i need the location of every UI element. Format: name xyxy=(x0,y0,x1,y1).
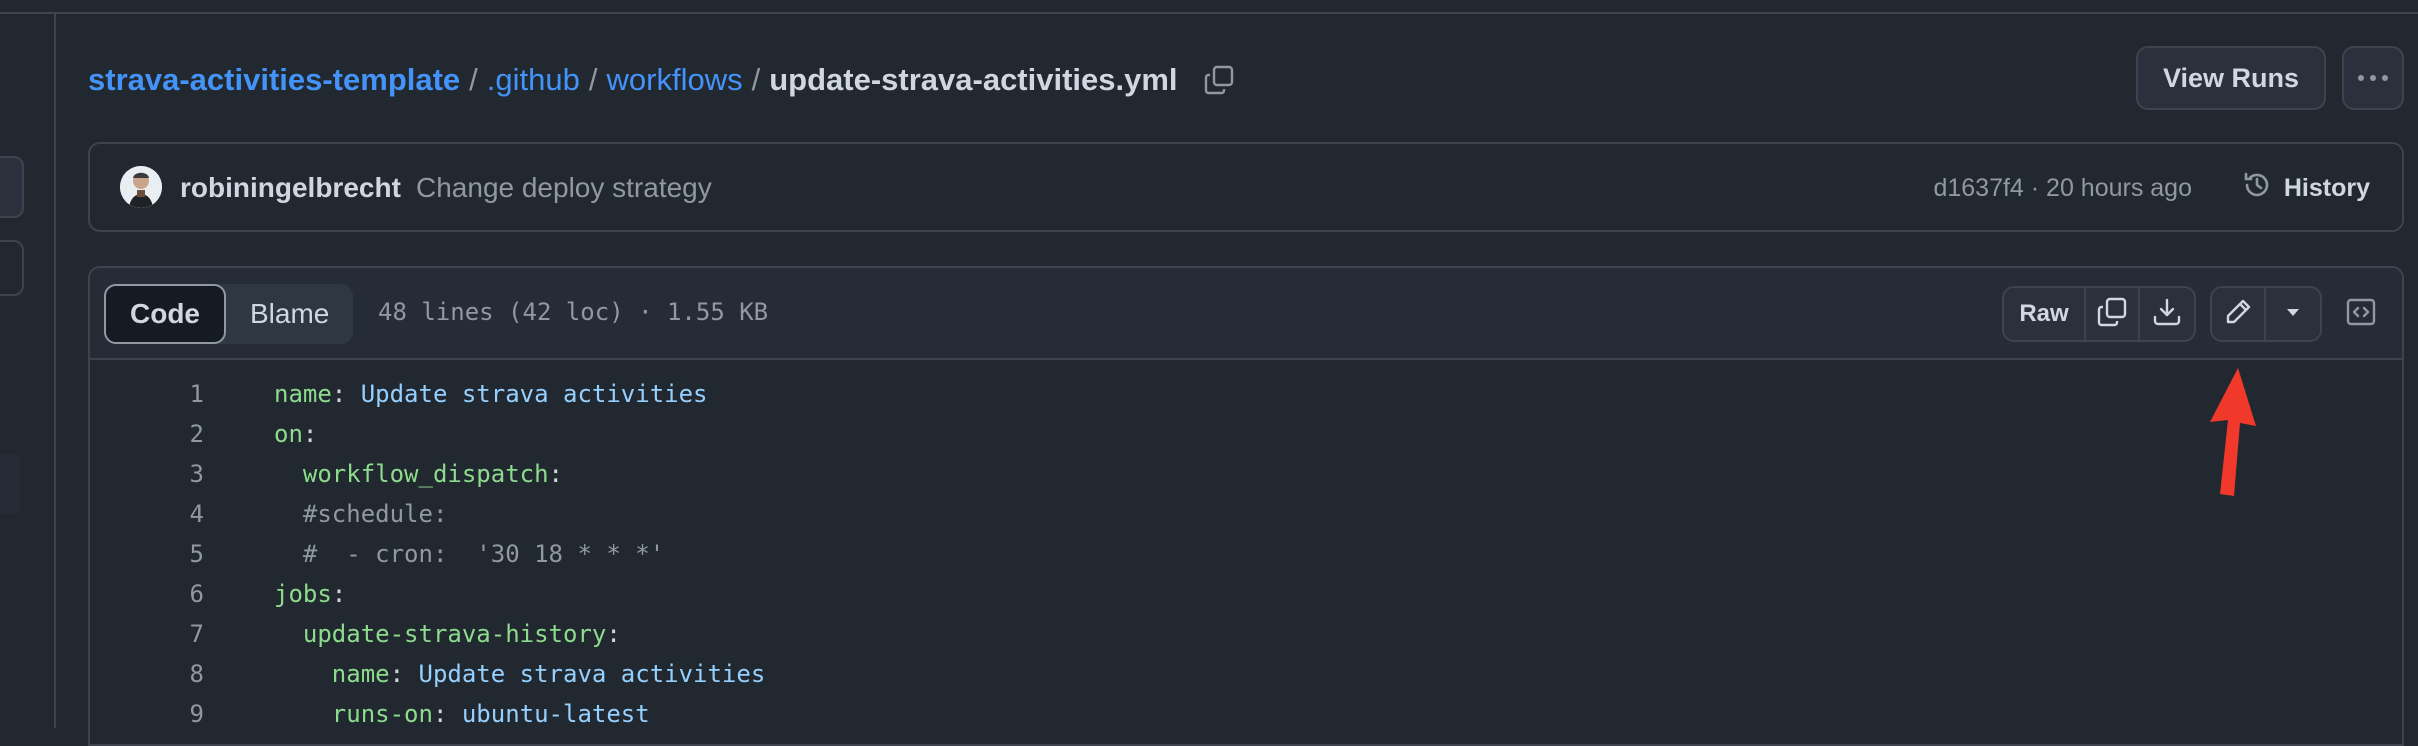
yaml-value: Update strava activities xyxy=(418,660,766,688)
raw-copy-download-group: Raw xyxy=(2002,286,2196,342)
breadcrumb-current-file: update-strava-activities.yml xyxy=(769,62,1178,97)
yaml-comment: #schedule: xyxy=(302,500,448,528)
yaml-value: Update strava activities xyxy=(360,380,708,408)
breadcrumb: strava-activities-template / .github / w… xyxy=(88,56,1234,104)
tab-blame[interactable]: Blame xyxy=(226,284,353,344)
line-number[interactable]: 8 xyxy=(90,660,204,688)
code-text: jobs: xyxy=(274,580,346,608)
breadcrumb-repo-link[interactable]: strava-activities-template xyxy=(88,62,460,98)
symbols-panel-button[interactable] xyxy=(2334,286,2388,342)
code-text: #schedule: xyxy=(274,500,448,528)
download-icon xyxy=(2152,297,2182,332)
kebab-icon xyxy=(2358,75,2388,81)
line-number[interactable]: 2 xyxy=(90,420,204,448)
yaml-punctuation: : xyxy=(302,420,318,448)
code-line[interactable]: 8 name: Update strava activities xyxy=(90,654,2402,694)
code-line[interactable]: 1 name: Update strava activities xyxy=(90,374,2402,414)
history-button[interactable]: History xyxy=(2228,160,2384,216)
line-number[interactable]: 4 xyxy=(90,500,204,528)
triangle-down-icon xyxy=(2284,305,2302,323)
commit-author-link[interactable]: robiningelbrecht xyxy=(180,172,401,204)
yaml-punctuation: : xyxy=(548,460,563,488)
code-square-icon xyxy=(2345,296,2377,333)
line-number[interactable]: 7 xyxy=(90,620,204,648)
code-line[interactable]: 5 # - cron: '30 18 * * *' xyxy=(90,534,2402,574)
view-runs-button[interactable]: View Runs xyxy=(2136,46,2326,110)
code-line[interactable]: 6 jobs: xyxy=(90,574,2402,614)
yaml-key: runs-on xyxy=(331,700,433,728)
more-options-button[interactable] xyxy=(2342,46,2404,110)
code-text: name: Update strava activities xyxy=(274,380,707,408)
yaml-key: on xyxy=(274,420,303,448)
edit-file-button[interactable] xyxy=(2212,288,2266,340)
breadcrumb-workflows-link[interactable]: workflows xyxy=(607,62,743,98)
code-text: on: xyxy=(274,420,317,448)
view-mode-toggle: Code Blame xyxy=(104,284,354,344)
breadcrumb-github-link[interactable]: .github xyxy=(487,62,580,98)
code-line[interactable]: 4 #schedule: xyxy=(90,494,2402,534)
code-text: update-strava-history: xyxy=(274,620,621,648)
code-line[interactable]: 2 on: xyxy=(90,414,2402,454)
yaml-key: workflow_dispatch xyxy=(302,460,549,488)
yaml-value: ubuntu-latest xyxy=(461,700,650,728)
line-number[interactable]: 1 xyxy=(90,380,204,408)
copy-icon xyxy=(2097,297,2127,332)
code-text: workflow_dispatch: xyxy=(274,460,563,488)
line-number[interactable]: 6 xyxy=(90,580,204,608)
yaml-punctuation: : xyxy=(389,660,419,688)
sidebar-collapse-control[interactable] xyxy=(0,156,24,218)
breadcrumb-separator: / xyxy=(469,62,478,97)
tab-code[interactable]: Code xyxy=(104,284,226,344)
breadcrumb-separator: / xyxy=(588,62,598,97)
yaml-punctuation: : xyxy=(606,620,621,648)
yaml-comment: # - cron: '30 18 * * *' xyxy=(302,540,665,568)
copy-path-icon[interactable] xyxy=(1204,65,1234,95)
commit-message-link[interactable]: Change deploy strategy xyxy=(416,172,712,204)
yaml-punctuation: : xyxy=(432,700,462,728)
yaml-key: update-strava-history xyxy=(302,620,607,648)
breadcrumb-separator: / xyxy=(751,62,761,97)
raw-button[interactable]: Raw xyxy=(2004,288,2086,340)
code-text: runs-on: ubuntu-latest xyxy=(274,700,650,728)
file-viewer: Code Blame 48 lines (42 loc) · 1.55 KB R… xyxy=(88,266,2404,746)
download-raw-button[interactable] xyxy=(2140,288,2194,340)
code-content[interactable]: 1 name: Update strava activities 2 on: 3 wor… xyxy=(90,360,2402,744)
yaml-punctuation: : xyxy=(331,380,361,408)
latest-commit-bar: robiningelbrecht Change deploy strategy … xyxy=(88,142,2404,232)
code-line[interactable]: 3 workflow_dispatch: xyxy=(90,454,2402,494)
commit-meta[interactable]: d1637f4 · 20 hours ago xyxy=(1933,174,2192,203)
sidebar-selected-item[interactable] xyxy=(0,454,20,514)
avatar[interactable] xyxy=(120,166,162,208)
line-number[interactable]: 9 xyxy=(90,700,204,728)
file-tree-sidebar-edge xyxy=(0,14,56,728)
history-label: History xyxy=(2283,173,2370,202)
copy-raw-button[interactable] xyxy=(2086,288,2140,340)
file-stats: 48 lines (42 loc) · 1.55 KB xyxy=(378,298,769,326)
sidebar-search-control[interactable] xyxy=(0,240,24,296)
top-divider xyxy=(0,0,2418,14)
history-icon xyxy=(2242,170,2272,207)
code-text: # - cron: '30 18 * * *' xyxy=(274,540,664,568)
line-number[interactable]: 5 xyxy=(90,540,204,568)
edit-group xyxy=(2210,286,2322,342)
code-text: name: Update strava activities xyxy=(274,660,765,688)
yaml-key: jobs xyxy=(274,580,332,608)
edit-options-dropdown[interactable] xyxy=(2266,288,2320,340)
code-line[interactable]: 9 runs-on: ubuntu-latest xyxy=(90,694,2402,734)
yaml-punctuation: : xyxy=(331,580,347,608)
annotation-arrow-icon xyxy=(2210,368,2256,496)
yaml-key: name xyxy=(331,660,390,688)
file-header: Code Blame 48 lines (42 loc) · 1.55 KB R… xyxy=(90,268,2402,360)
pencil-icon xyxy=(2223,297,2253,332)
code-line[interactable]: 7 update-strava-history: xyxy=(90,614,2402,654)
line-number[interactable]: 3 xyxy=(90,460,204,488)
yaml-key: name xyxy=(274,380,332,408)
